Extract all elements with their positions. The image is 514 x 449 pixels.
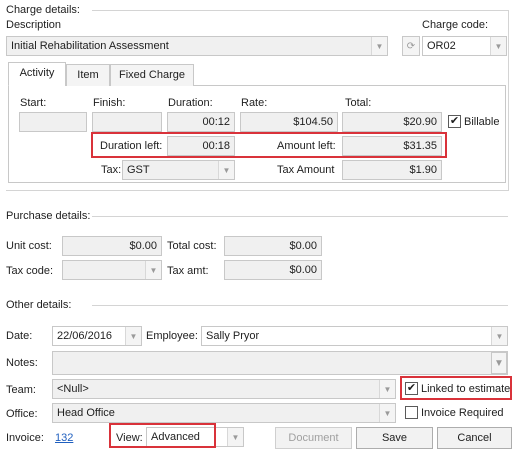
- unit-cost-label: Unit cost:: [6, 240, 52, 252]
- checkmark-icon: ✔: [406, 382, 417, 394]
- charge-code-combo[interactable]: OR02 ▼: [422, 36, 507, 56]
- date-picker[interactable]: 22/06/2016 ▼: [52, 326, 142, 346]
- employee-value: Sally Pryor: [206, 330, 260, 342]
- chevron-down-icon[interactable]: ▼: [371, 37, 387, 55]
- billable-label: Billable: [464, 116, 500, 128]
- description-label: Description: [6, 19, 62, 31]
- charge-section-border-right: [508, 10, 509, 190]
- date-label: Date:: [6, 330, 33, 342]
- chevron-down-icon[interactable]: ▼: [491, 327, 507, 345]
- description-value: Initial Rehabilitation Assessment: [11, 40, 169, 52]
- view-combo[interactable]: Advanced ▼: [146, 427, 244, 447]
- document-button[interactable]: Document: [275, 427, 352, 449]
- tax-amount-field: $1.90: [342, 160, 442, 180]
- invoice-required-checkbox[interactable]: [405, 406, 418, 419]
- cancel-button[interactable]: Cancel: [437, 427, 512, 449]
- total-cost-field: $0.00: [224, 236, 322, 256]
- tab-fixed-charge[interactable]: Fixed Charge: [110, 64, 194, 86]
- tax-code-label: Tax code:: [6, 265, 54, 277]
- duration-left-label: Duration left:: [100, 140, 163, 152]
- chevron-down-icon[interactable]: ▼: [379, 380, 395, 398]
- office-label: Office:: [6, 408, 38, 420]
- linked-to-estimate-label: Linked to estimate: [421, 383, 511, 395]
- tax-amount-label: Tax Amount: [277, 164, 335, 176]
- duration-left-field: 00:18: [167, 136, 235, 156]
- view-value: Advanced: [151, 431, 200, 443]
- team-value: <Null>: [57, 383, 89, 395]
- chevron-down-icon[interactable]: ▼: [379, 404, 395, 422]
- amount-left-label: Amount left:: [277, 140, 336, 152]
- office-combo[interactable]: Head Office ▼: [52, 403, 396, 423]
- invoice-number-link[interactable]: 132: [55, 431, 73, 445]
- linked-to-estimate-checkbox[interactable]: ✔: [405, 382, 418, 395]
- view-label: View:: [116, 432, 143, 444]
- total-cost-label: Total cost:: [167, 240, 217, 252]
- rate-field[interactable]: $104.50: [240, 112, 338, 132]
- notes-label: Notes:: [6, 357, 38, 369]
- amount-left-field: $31.35: [342, 136, 442, 156]
- finish-label: Finish:: [93, 97, 126, 109]
- invoice-required-label: Invoice Required: [421, 407, 504, 419]
- description-combo[interactable]: Initial Rehabilitation Assessment ▼: [6, 36, 388, 56]
- tax-value: GST: [127, 164, 150, 176]
- tab-item[interactable]: Item: [66, 64, 110, 86]
- chevron-down-icon[interactable]: ▼: [491, 352, 507, 374]
- date-value: 22/06/2016: [57, 330, 113, 342]
- start-label: Start:: [20, 97, 47, 109]
- charge-code-value: OR02: [427, 40, 456, 52]
- invoice-label: Invoice:: [6, 432, 44, 444]
- other-section-title: Other details:: [6, 299, 72, 311]
- charge-section-border-bottom: [6, 190, 509, 191]
- office-value: Head Office: [57, 407, 115, 419]
- tax-amt-label: Tax amt:: [167, 265, 209, 277]
- finish-field[interactable]: [92, 112, 162, 132]
- tax-code-combo[interactable]: ▼: [62, 260, 162, 280]
- tax-combo[interactable]: GST ▼: [122, 160, 235, 180]
- total-field[interactable]: $20.90: [342, 112, 442, 132]
- charge-code-label: Charge code:: [422, 19, 489, 31]
- total-label: Total:: [345, 97, 372, 109]
- purchase-section-title: Purchase details:: [6, 210, 91, 222]
- employee-label: Employee:: [146, 330, 198, 342]
- rate-label: Rate:: [241, 97, 268, 109]
- chevron-down-icon[interactable]: ▼: [218, 161, 234, 179]
- activity-panel-top-border: [194, 85, 506, 86]
- checkmark-icon: ✔: [449, 115, 460, 127]
- tax-label: Tax:: [101, 164, 122, 176]
- tab-activity[interactable]: Activity: [8, 62, 66, 86]
- chevron-down-icon[interactable]: ▼: [490, 37, 506, 55]
- duration-label: Duration:: [168, 97, 213, 109]
- unit-cost-field[interactable]: $0.00: [62, 236, 162, 256]
- notes-field[interactable]: [52, 351, 508, 375]
- charge-section-divider: [92, 10, 508, 11]
- employee-combo[interactable]: Sally Pryor ▼: [201, 326, 508, 346]
- charge-section-title: Charge details:: [6, 4, 80, 16]
- purchase-section-divider: [92, 216, 508, 217]
- billable-checkbox[interactable]: ✔: [448, 115, 461, 128]
- other-section-divider: [92, 305, 508, 306]
- save-button[interactable]: Save: [356, 427, 433, 449]
- chevron-down-icon[interactable]: ▼: [145, 261, 161, 279]
- tax-amt-field: $0.00: [224, 260, 322, 280]
- team-combo[interactable]: <Null> ▼: [52, 379, 396, 399]
- team-label: Team:: [6, 384, 36, 396]
- start-field[interactable]: [19, 112, 87, 132]
- chevron-down-icon[interactable]: ▼: [227, 428, 243, 446]
- activity-panel-top-border-left: [8, 85, 9, 86]
- duration-field[interactable]: 00:12: [167, 112, 235, 132]
- chevron-down-icon[interactable]: ▼: [125, 327, 141, 345]
- refresh-icon[interactable]: ⟳: [402, 36, 420, 56]
